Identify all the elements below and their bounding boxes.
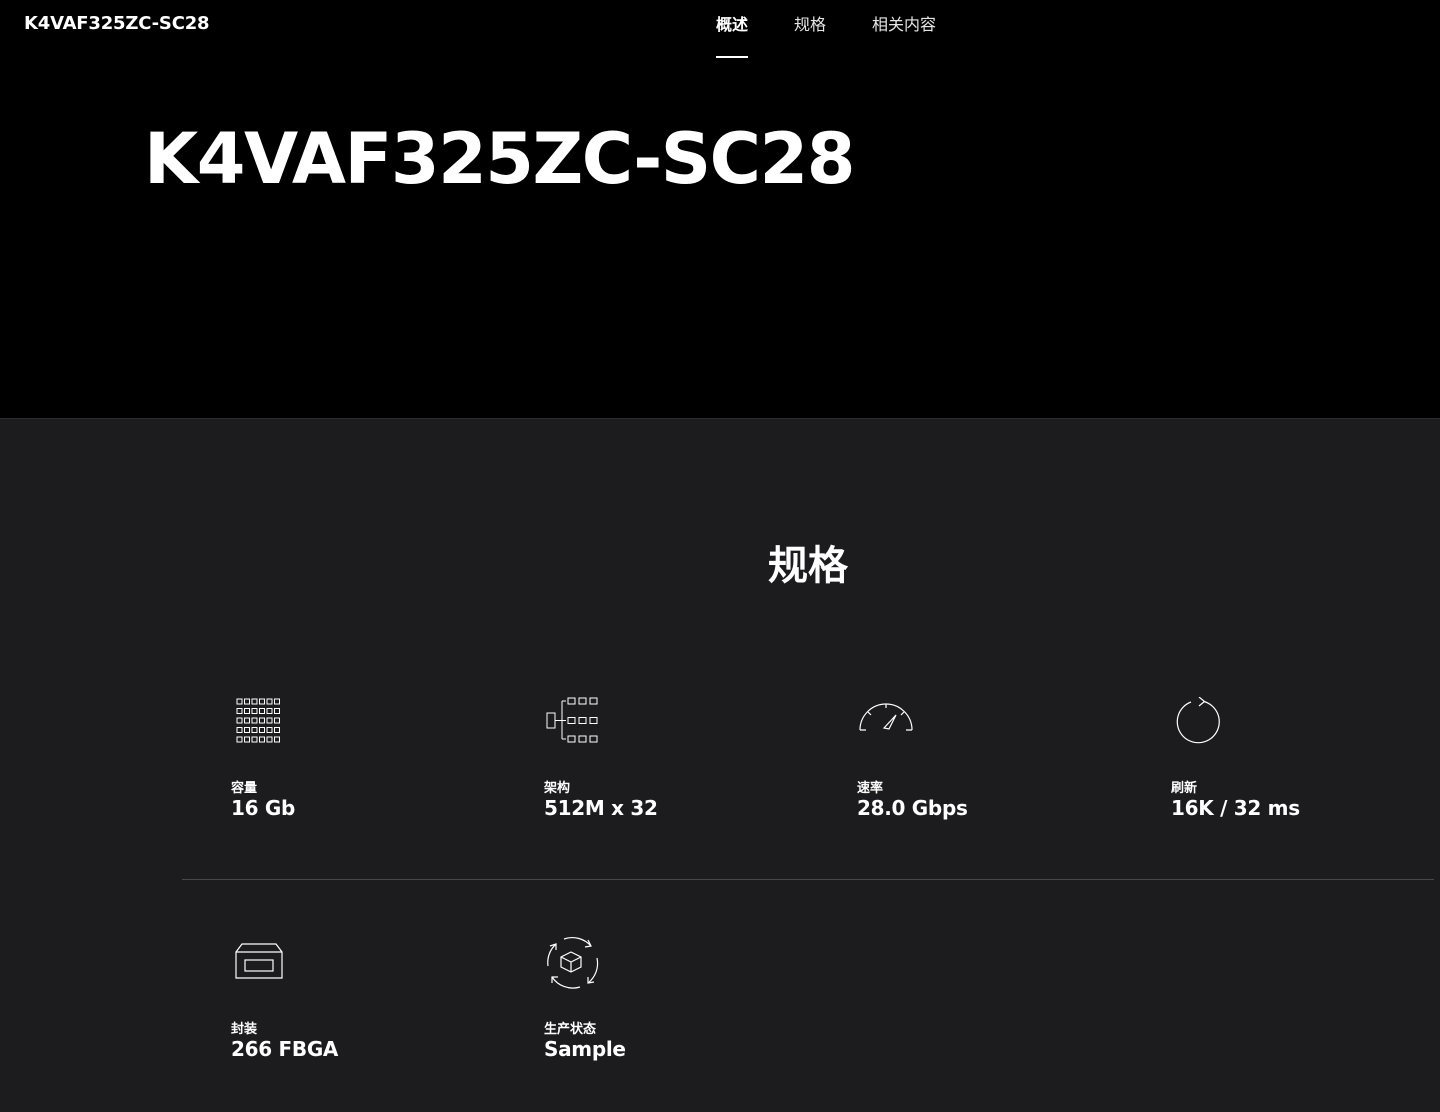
package-icon	[231, 938, 291, 994]
spec-label: 架构	[544, 781, 571, 796]
spec-label: 速率	[857, 781, 884, 796]
refresh-icon	[1171, 697, 1231, 753]
lifecycle-cube-icon	[544, 934, 604, 990]
spec-label: 刷新	[1171, 781, 1198, 796]
grid-icon	[231, 697, 291, 753]
speedometer-icon	[857, 697, 917, 753]
section-nav: 概述 规格 相关内容	[716, 0, 982, 60]
spec-value: 28.0 Gbps	[857, 796, 968, 820]
spec-label: 封装	[231, 1022, 258, 1037]
tree-icon	[544, 697, 604, 753]
spec-row-divider	[182, 879, 1434, 880]
spec-value: 512M x 32	[544, 796, 658, 820]
hero-section: K4VAF325ZC-SC28 概述 规格 相关内容 K4VAF325ZC-SC…	[0, 0, 1440, 419]
spec-value: 266 FBGA	[231, 1037, 339, 1061]
specs-heading: 规格	[768, 543, 848, 589]
tab-specifications[interactable]: 规格	[794, 0, 826, 58]
spec-label: 生产状态	[544, 1022, 597, 1037]
spec-value: 16K / 32 ms	[1171, 796, 1300, 820]
tab-overview[interactable]: 概述	[716, 0, 749, 58]
spec-label: 容量	[231, 781, 258, 796]
spec-value: 16 Gb	[231, 796, 296, 820]
spec-value: Sample	[544, 1037, 626, 1061]
tab-related-content[interactable]: 相关内容	[872, 0, 936, 58]
page-title: K4VAF325ZC-SC28	[144, 118, 855, 200]
brand-title[interactable]: K4VAF325ZC-SC28	[24, 13, 210, 34]
